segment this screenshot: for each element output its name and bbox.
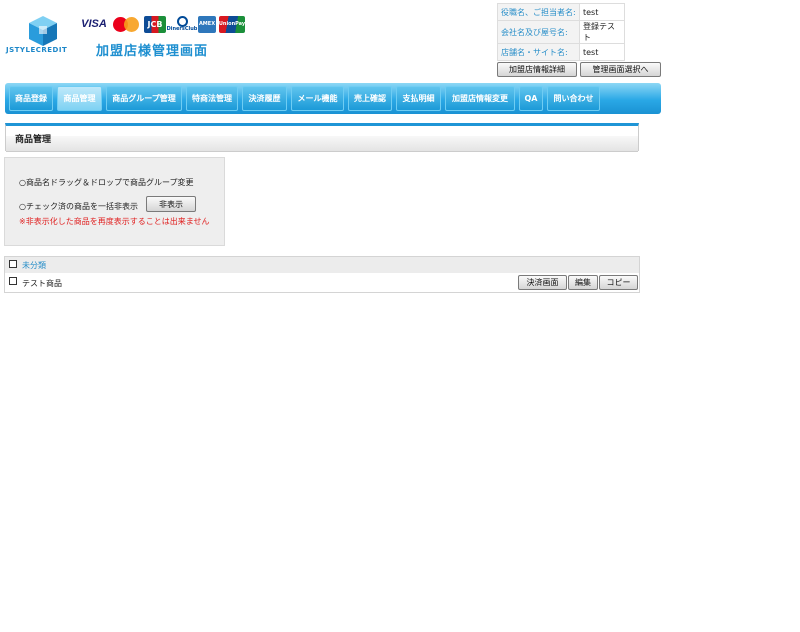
amex-icon: AMEX <box>198 15 216 33</box>
section-title: 商品管理 <box>15 135 52 145</box>
copy-button[interactable]: コピー <box>599 275 638 290</box>
tab-product-register[interactable]: 商品登録 <box>9 86 53 111</box>
edit-button[interactable]: 編集 <box>568 275 598 290</box>
tab-sales[interactable]: 売上確認 <box>348 86 392 111</box>
info-value: 登録テスト <box>579 20 625 44</box>
hide-warning: ※非表示化した商品を再度表示することは出来ません <box>19 217 210 226</box>
tab-mail[interactable]: メール機能 <box>291 86 344 111</box>
group-checkbox[interactable] <box>9 260 17 268</box>
account-info-table: 役職名、ご担当者名: test 会社名及び屋号名: 登録テスト 店舗名・サイト名: t… <box>497 3 625 61</box>
unionpay-icon: UnionPay <box>219 15 245 33</box>
jcb-icon: JCB <box>144 15 166 33</box>
checkout-page-button[interactable]: 決済画面 <box>518 275 567 290</box>
group-name-link[interactable]: 未分類 <box>22 260 46 271</box>
tab-store-info-change[interactable]: 加盟店情報変更 <box>445 86 515 111</box>
info-label: 役職名、ご担当者名: <box>497 3 580 21</box>
instruction-drag: ○商品名ドラッグ＆ドロップで商品グループ変更 <box>19 178 194 187</box>
product-name[interactable]: テスト商品 <box>22 278 62 289</box>
hide-button[interactable]: 非表示 <box>146 196 196 212</box>
section-header-bar <box>6 136 638 152</box>
tab-qa[interactable]: QA <box>519 86 543 111</box>
tab-payment-history[interactable]: 決済履歴 <box>242 86 287 111</box>
visa-icon: VISA <box>81 18 107 30</box>
group-row <box>5 257 639 273</box>
mastercard-icon <box>113 16 141 33</box>
diners-icon: DinersClub <box>167 16 197 33</box>
store-detail-button[interactable]: 加盟店情報詳細 <box>497 62 577 77</box>
tab-product-manage[interactable]: 商品管理 <box>57 86 102 111</box>
info-value: test <box>579 43 625 61</box>
info-value: test <box>579 3 625 21</box>
logo-text: JSTYLECREDIT <box>6 46 68 54</box>
tab-payment-detail[interactable]: 支払明細 <box>396 86 441 111</box>
tab-tokusho[interactable]: 特商法管理 <box>186 86 238 111</box>
info-label: 会社名及び屋号名: <box>497 20 580 44</box>
tab-contact[interactable]: 問い合わせ <box>547 86 600 111</box>
instruction-bulk-hide: ○チェック済の商品を一括非表示 <box>19 202 138 211</box>
product-checkbox[interactable] <box>9 277 17 285</box>
info-label: 店舗名・サイト名: <box>497 43 580 61</box>
page-header-title: 加盟店様管理画面 <box>96 44 209 59</box>
card-brands: VISA JCB DinersClub AMEX UnionPay <box>78 15 245 33</box>
tab-product-group[interactable]: 商品グループ管理 <box>106 86 182 111</box>
select-screen-button[interactable]: 管理画面選択へ <box>580 62 661 77</box>
